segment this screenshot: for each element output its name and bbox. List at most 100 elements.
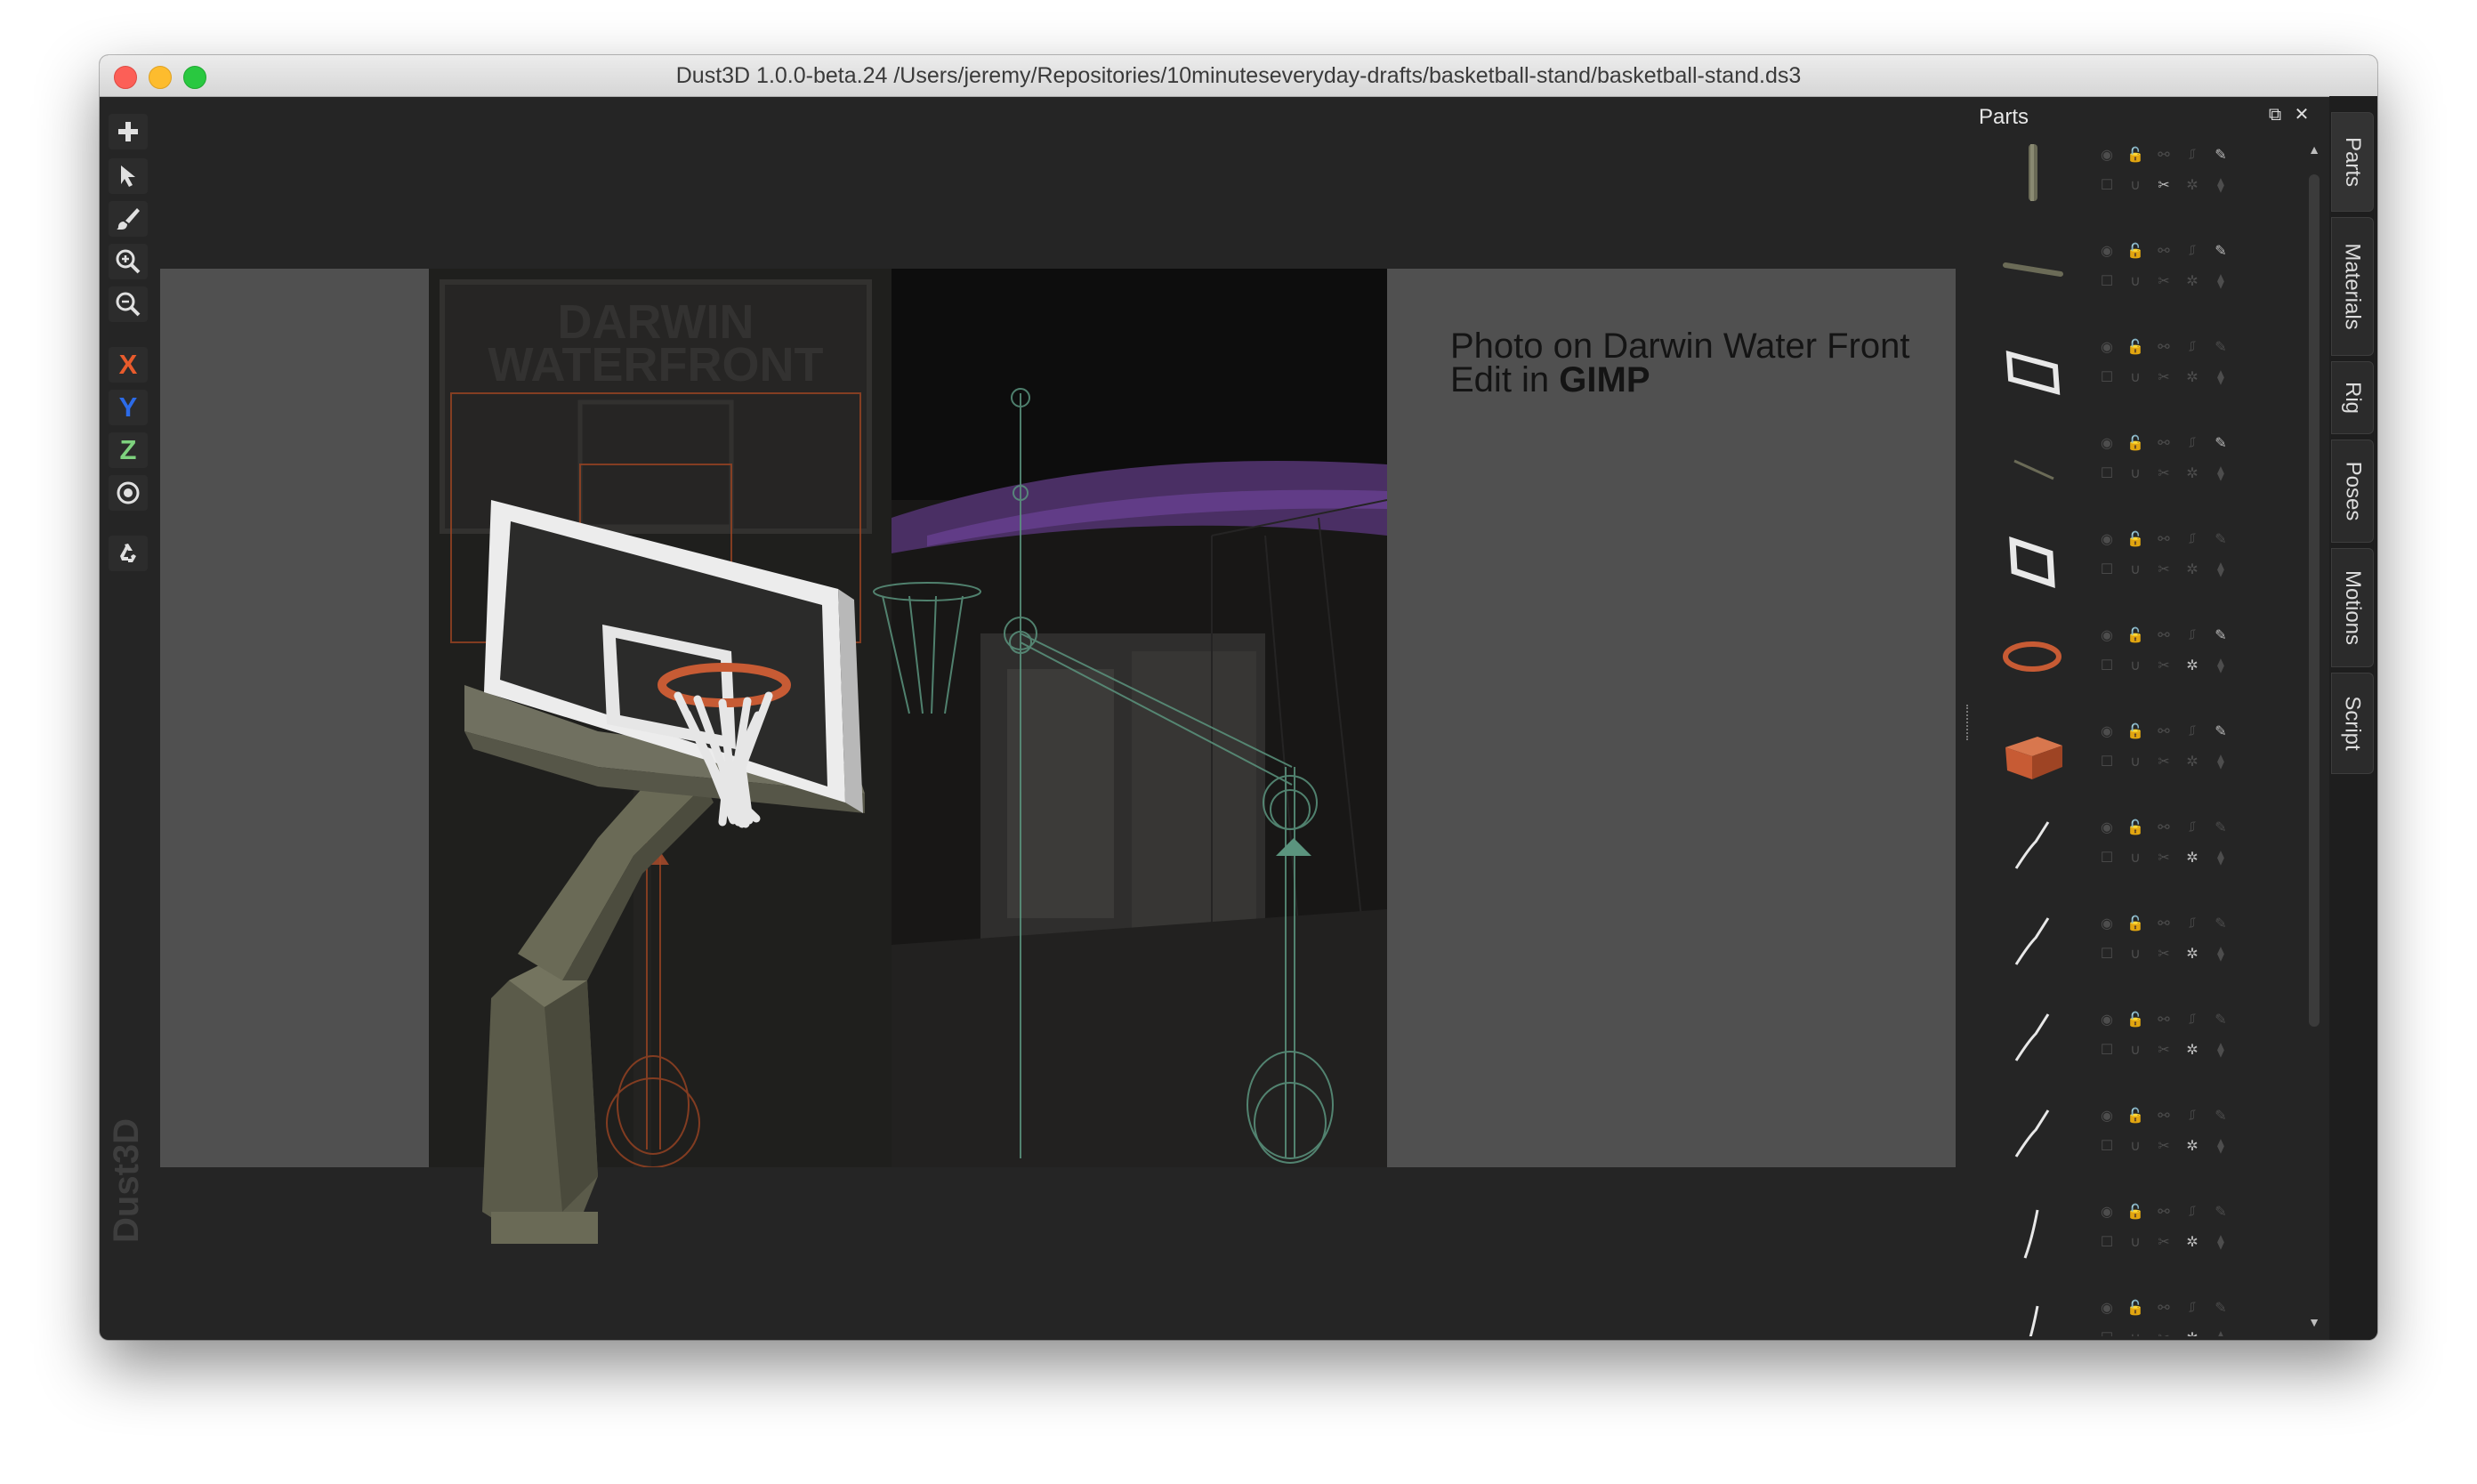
lock-icon[interactable]: 🔓 (2126, 626, 2144, 644)
link-icon[interactable]: ⚯ (2155, 338, 2173, 356)
link-icon[interactable]: ⚯ (2155, 626, 2173, 644)
deform-icon[interactable]: ⧫ (2212, 1329, 2230, 1336)
color-picker-icon[interactable]: ✎ (2212, 434, 2230, 452)
link-icon[interactable]: ⚯ (2155, 1107, 2173, 1125)
cut-icon[interactable]: ✂ (2155, 1233, 2173, 1251)
color-picker-icon[interactable]: ✎ (2212, 626, 2230, 644)
cut-icon[interactable]: ✂ (2155, 176, 2173, 194)
color-picker-icon[interactable]: ✎ (2212, 1299, 2230, 1317)
cut-icon[interactable]: ✂ (2155, 657, 2173, 674)
magnet-icon[interactable]: ∪ (2126, 176, 2144, 194)
mirror-icon[interactable]: ⎎ (2183, 1203, 2201, 1221)
rotation-icon[interactable]: ✲ (2183, 1233, 2201, 1251)
deform-icon[interactable]: ⧫ (2212, 1137, 2230, 1155)
color-picker-icon[interactable]: ✎ (2212, 338, 2230, 356)
deform-icon[interactable]: ⧫ (2212, 945, 2230, 963)
rotation-icon[interactable]: ✲ (2183, 464, 2201, 482)
scroll-up-icon[interactable]: ▲ (2304, 141, 2324, 158)
part-row[interactable]: ◉ 🔓 ⚯ ⎎ ✎ ☐ ∪ ✂ ✲ ⧫ (1991, 1087, 2312, 1183)
eye-icon[interactable]: ◉ (2098, 1203, 2116, 1221)
basketball-stand-model[interactable] (100, 55, 1968, 1340)
magnet-icon[interactable]: ∪ (2126, 753, 2144, 770)
rotation-icon[interactable]: ✲ (2183, 561, 2201, 578)
magnet-icon[interactable]: ∪ (2126, 368, 2144, 386)
checkbox-icon[interactable]: ☐ (2098, 945, 2116, 963)
part-thumbnail[interactable] (1997, 137, 2070, 210)
magnet-icon[interactable]: ∪ (2126, 272, 2144, 290)
checkbox-icon[interactable]: ☐ (2098, 849, 2116, 867)
checkbox-icon[interactable]: ☐ (2098, 1329, 2116, 1336)
eye-icon[interactable]: ◉ (2098, 722, 2116, 740)
rotation-icon[interactable]: ✲ (2183, 176, 2201, 194)
checkbox-icon[interactable]: ☐ (2098, 272, 2116, 290)
deform-icon[interactable]: ⧫ (2212, 753, 2230, 770)
rotation-icon[interactable]: ✲ (2183, 368, 2201, 386)
color-picker-icon[interactable]: ✎ (2212, 1011, 2230, 1028)
cut-icon[interactable]: ✂ (2155, 753, 2173, 770)
magnet-icon[interactable]: ∪ (2126, 1329, 2144, 1336)
part-thumbnail[interactable] (1997, 1002, 2070, 1075)
lock-icon[interactable]: 🔓 (2126, 722, 2144, 740)
part-row[interactable]: ◉ 🔓 ⚯ ⎎ ✎ ☐ ∪ ✂ ✲ ⧫ (1991, 799, 2312, 895)
deform-icon[interactable]: ⧫ (2212, 368, 2230, 386)
link-icon[interactable]: ⚯ (2155, 1011, 2173, 1028)
mirror-icon[interactable]: ⎎ (2183, 626, 2201, 644)
magnet-icon[interactable]: ∪ (2126, 1041, 2144, 1059)
eye-icon[interactable]: ◉ (2098, 338, 2116, 356)
color-picker-icon[interactable]: ✎ (2212, 915, 2230, 932)
rotation-icon[interactable]: ✲ (2183, 657, 2201, 674)
lock-icon[interactable]: 🔓 (2126, 1299, 2144, 1317)
magnet-icon[interactable]: ∪ (2126, 1233, 2144, 1251)
cut-icon[interactable]: ✂ (2155, 849, 2173, 867)
part-thumbnail[interactable] (1997, 810, 2070, 883)
color-picker-icon[interactable]: ✎ (2212, 242, 2230, 260)
lock-icon[interactable]: 🔓 (2126, 1107, 2144, 1125)
eye-icon[interactable]: ◉ (2098, 1107, 2116, 1125)
lock-icon[interactable]: 🔓 (2126, 1203, 2144, 1221)
rotation-icon[interactable]: ✲ (2183, 753, 2201, 770)
close-icon[interactable]: ✕ (2292, 105, 2312, 125)
link-icon[interactable]: ⚯ (2155, 1203, 2173, 1221)
link-icon[interactable]: ⚯ (2155, 722, 2173, 740)
tab-script[interactable]: Script (2331, 673, 2374, 774)
mirror-icon[interactable]: ⎎ (2183, 722, 2201, 740)
cut-icon[interactable]: ✂ (2155, 464, 2173, 482)
part-row[interactable]: ◉ 🔓 ⚯ ⎎ ✎ ☐ ∪ ✂ ✲ ⧫ (1991, 895, 2312, 991)
color-picker-icon[interactable]: ✎ (2212, 819, 2230, 836)
rotation-icon[interactable]: ✲ (2183, 1041, 2201, 1059)
part-thumbnail[interactable] (1997, 233, 2070, 306)
part-row[interactable]: ◉ 🔓 ⚯ ⎎ ✎ ☐ ∪ ✂ ✲ ⧫ (1991, 607, 2312, 703)
lock-icon[interactable]: 🔓 (2126, 338, 2144, 356)
eye-icon[interactable]: ◉ (2098, 915, 2116, 932)
checkbox-icon[interactable]: ☐ (2098, 1233, 2116, 1251)
tab-parts[interactable]: Parts (2331, 112, 2374, 212)
deform-icon[interactable]: ⧫ (2212, 657, 2230, 674)
part-row[interactable]: ◉ 🔓 ⚯ ⎎ ✎ ☐ ∪ ✂ ✲ ⧫ (1991, 126, 2312, 222)
part-row[interactable]: ◉ 🔓 ⚯ ⎎ ✎ ☐ ∪ ✂ ✲ ⧫ (1991, 1183, 2312, 1279)
tab-materials[interactable]: Materials (2331, 217, 2374, 356)
color-picker-icon[interactable]: ✎ (2212, 1203, 2230, 1221)
link-icon[interactable]: ⚯ (2155, 1299, 2173, 1317)
eye-icon[interactable]: ◉ (2098, 242, 2116, 260)
part-thumbnail[interactable] (1997, 521, 2070, 594)
deform-icon[interactable]: ⧫ (2212, 176, 2230, 194)
color-picker-icon[interactable]: ✎ (2212, 1107, 2230, 1125)
rotation-icon[interactable]: ✲ (2183, 849, 2201, 867)
mirror-icon[interactable]: ⎎ (2183, 1011, 2201, 1028)
magnet-icon[interactable]: ∪ (2126, 464, 2144, 482)
checkbox-icon[interactable]: ☐ (2098, 1041, 2116, 1059)
mirror-icon[interactable]: ⎎ (2183, 1299, 2201, 1317)
tab-motions[interactable]: Motions (2331, 548, 2374, 667)
eye-icon[interactable]: ◉ (2098, 1299, 2116, 1317)
checkbox-icon[interactable]: ☐ (2098, 561, 2116, 578)
color-picker-icon[interactable]: ✎ (2212, 530, 2230, 548)
parts-list[interactable]: ◉ 🔓 ⚯ ⎎ ✎ ☐ ∪ ✂ ✲ ⧫ ◉ 🔓 ⚯ ⎎ ✎ ☐ ∪ ✂ ✲ ⧫ ◉ 🔓 ⚯ ⎎ ✎ ☐ ∪ ✂ ✲ ⧫ ◉ 🔓 ⚯ ⎎ ✎ ☐ ∪ ✂ ✲ ⧫… (1991, 126, 2312, 1336)
lock-icon[interactable]: 🔓 (2126, 434, 2144, 452)
magnet-icon[interactable]: ∪ (2126, 945, 2144, 963)
rotation-icon[interactable]: ✲ (2183, 1329, 2201, 1336)
eye-icon[interactable]: ◉ (2098, 819, 2116, 836)
cut-icon[interactable]: ✂ (2155, 368, 2173, 386)
rotation-icon[interactable]: ✲ (2183, 945, 2201, 963)
deform-icon[interactable]: ⧫ (2212, 1233, 2230, 1251)
cut-icon[interactable]: ✂ (2155, 561, 2173, 578)
